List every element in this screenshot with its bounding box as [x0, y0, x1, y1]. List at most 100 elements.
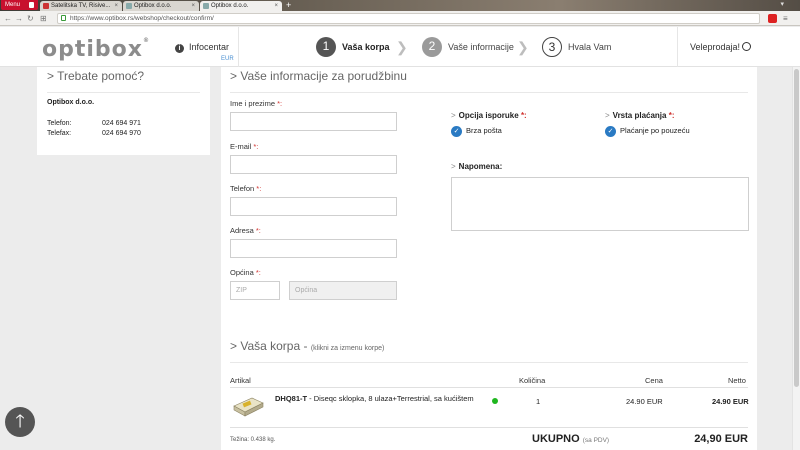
close-icon[interactable]: ×	[114, 1, 118, 11]
total-label: UKUPNO (sa PDV)	[532, 433, 610, 445]
reload-icon[interactable]: ↻	[27, 13, 34, 24]
zip-input[interactable]: ZIP	[230, 281, 280, 300]
step-info: 2 Vaše informacije	[422, 37, 517, 57]
browser-tab-3[interactable]: Optibox d.o.o. ×	[200, 1, 282, 11]
menu-label: Menu	[5, 2, 21, 8]
product-code: DHQ81-T	[275, 394, 308, 403]
veleprodaja-label: Veleprodaja!	[690, 42, 741, 52]
browser-tab-bar: Menu Satelitska TV, Risive... × Optibox …	[0, 0, 800, 11]
email-label: E-mail *:	[230, 142, 259, 151]
phone-label: Telefon:	[47, 120, 72, 127]
col-quantity: Količina	[519, 376, 546, 385]
close-icon[interactable]: ×	[274, 1, 278, 11]
step-label: Vaše informacije	[448, 42, 514, 52]
step-number: 1	[316, 37, 336, 57]
name-input[interactable]	[230, 112, 397, 131]
scroll-thumb[interactable]	[794, 69, 799, 387]
help-sidebar: > Trebate pomoć? Optibox d.o.o. Telefon:…	[37, 67, 210, 155]
product-description[interactable]: DHQ81-T - Diseqc sklopka, 8 ulaza+Terres…	[275, 394, 474, 403]
tab-title: Optibox d.o.o.	[134, 3, 172, 9]
check-icon: ✓	[451, 125, 462, 137]
grid-icon[interactable]: ⊞	[40, 13, 47, 24]
total-note: (sa PDV)	[582, 437, 610, 444]
tab-menu-icon[interactable]: ▾	[780, 0, 784, 10]
extension-icon[interactable]	[768, 14, 777, 23]
phone-label: Telefon *:	[230, 184, 262, 193]
infocentar-link[interactable]: i Infocentar	[175, 42, 229, 53]
logo-text: optibox	[42, 37, 143, 62]
delivery-option-express[interactable]: ✓ Brza pošta	[451, 125, 502, 137]
name-label: Ime i prezime *:	[230, 99, 283, 108]
divider	[230, 362, 748, 363]
col-article: Artikal	[230, 376, 251, 385]
product-image[interactable]	[232, 394, 264, 418]
payment-option-cod[interactable]: ✓ Plaćanje po pouzeću	[605, 125, 690, 137]
email-input[interactable]	[230, 155, 397, 174]
divider	[230, 427, 748, 428]
fax-label: Telefax:	[47, 130, 72, 137]
address-bar: ← → ↻ ⊞ https://www.optibox.rs/webshop/c…	[0, 11, 800, 26]
page-scrollbar[interactable]	[792, 67, 800, 450]
tab-favicon	[203, 3, 209, 9]
in-stock-indicator	[492, 398, 498, 404]
municipality-input[interactable]: Općina	[289, 281, 397, 300]
forward-icon[interactable]: →	[15, 13, 23, 24]
weight-label: Težina: 0.438 kg.	[230, 437, 276, 443]
user-icon	[742, 42, 752, 51]
step-label: Hvala Vam	[568, 42, 612, 52]
cart-title[interactable]: > Vaša korpa - (klikni za izmenu korpe)	[230, 339, 384, 353]
col-net: Netto	[728, 376, 746, 385]
municipality-label: Općina *:	[230, 268, 261, 277]
notes-textarea[interactable]	[451, 177, 749, 231]
step-cart[interactable]: 1 Vaša korpa	[316, 37, 396, 57]
payment-title: > Vrsta plaćanja *:	[605, 111, 675, 120]
scroll-to-top-button[interactable]: 🡑	[5, 407, 35, 437]
divider	[230, 92, 748, 93]
help-title: > Trebate pomoć?	[47, 69, 145, 83]
back-icon[interactable]: ←	[4, 13, 12, 24]
notes-title: > Napomena:	[451, 162, 503, 171]
url-text: https://www.optibox.rs/webshop/checkout/…	[70, 15, 214, 22]
optibox-logo[interactable]: optibox®	[42, 37, 150, 62]
order-info-title: > Vaše informacije za porudžbinu	[230, 69, 407, 83]
logo-registered-mark: ®	[142, 37, 150, 44]
fax-row: Telefax: 024 694 970	[47, 130, 141, 137]
address-input[interactable]	[230, 239, 397, 258]
checkout-main: > Vaše informacije za porudžbinu Ime i p…	[221, 67, 757, 450]
chevron-right-icon: ❯	[396, 39, 408, 55]
product-net: 24.90 EUR	[712, 397, 749, 406]
chevron-right-icon: ❯	[517, 39, 529, 55]
new-tab-button[interactable]: +	[286, 0, 291, 10]
address-label: Adresa *:	[230, 226, 261, 235]
divider	[230, 387, 748, 388]
browser-menu-button[interactable]: Menu	[1, 0, 38, 10]
phone-value: 024 694 971	[102, 120, 141, 127]
product-quantity: 1	[536, 397, 541, 406]
menu-dots-icon[interactable]: ≡	[783, 14, 792, 23]
phone-input[interactable]	[230, 197, 397, 216]
currency-label[interactable]: EUR	[221, 56, 234, 62]
cart-edit-hint: (klikni za izmenu korpe)	[310, 345, 385, 352]
menu-icon	[29, 2, 34, 8]
browser-tab-1[interactable]: Satelitska TV, Risive... ×	[40, 1, 122, 11]
arrow-up-icon: 🡑	[15, 411, 25, 431]
check-icon: ✓	[605, 125, 616, 137]
header-divider	[677, 27, 678, 67]
close-icon[interactable]: ×	[191, 1, 195, 11]
fax-value: 024 694 970	[102, 130, 141, 137]
step-number: 3	[542, 37, 562, 57]
url-input[interactable]: https://www.optibox.rs/webshop/checkout/…	[57, 13, 760, 24]
infocentar-label: Infocentar	[189, 42, 230, 52]
delivery-title: > Opcija isporuke *:	[451, 111, 527, 120]
divider	[47, 92, 200, 93]
tab-favicon	[126, 3, 132, 9]
veleprodaja-link[interactable]: Veleprodaja!	[690, 42, 752, 52]
tab-title: Satelitska TV, Risive...	[51, 3, 111, 9]
browser-tab-2[interactable]: Optibox d.o.o. ×	[123, 1, 199, 11]
col-price: Cena	[645, 376, 663, 385]
step-label: Vaša korpa	[342, 42, 390, 52]
header-divider	[238, 27, 239, 67]
tab-title: Optibox d.o.o.	[211, 3, 249, 9]
step-number: 2	[422, 37, 442, 57]
phone-row: Telefon: 024 694 971	[47, 120, 141, 127]
